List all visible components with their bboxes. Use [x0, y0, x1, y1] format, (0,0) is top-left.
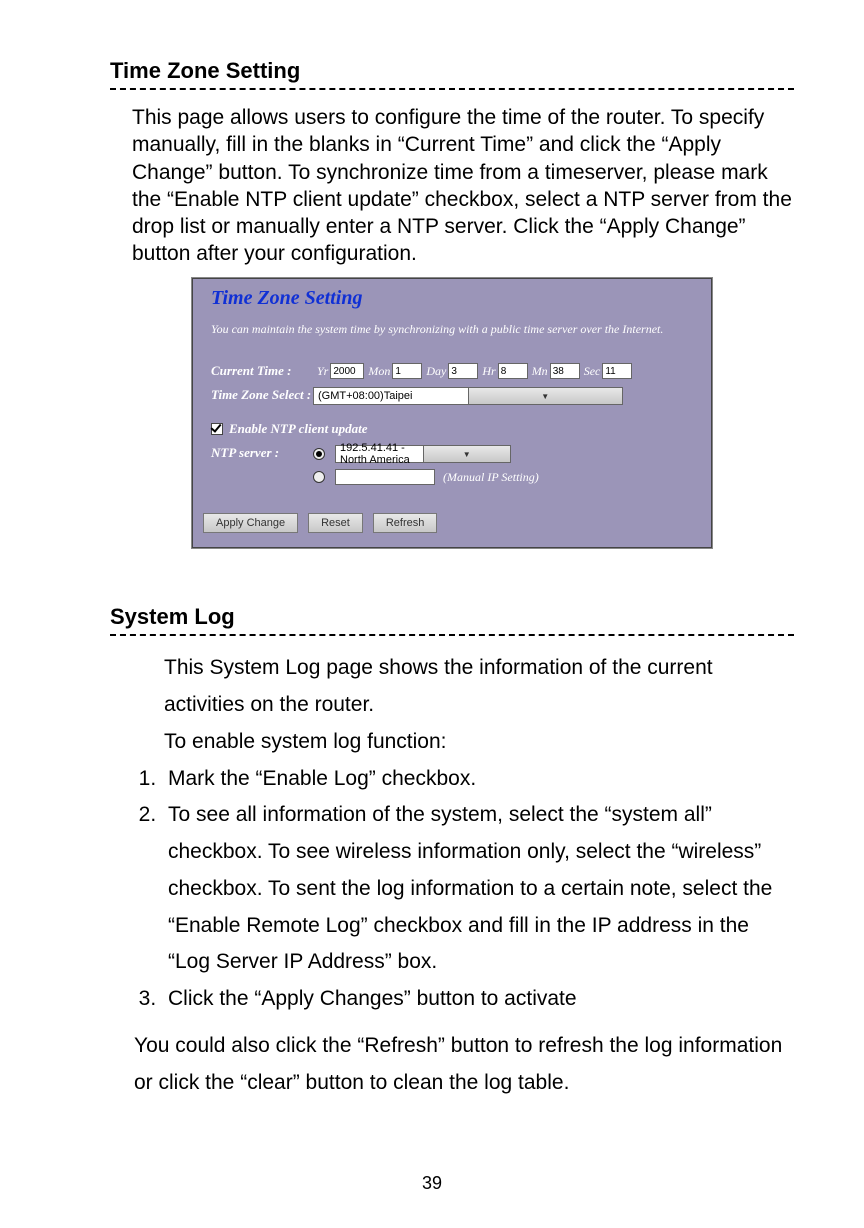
ntp-option-list: 192.5.41.41 - North America ▼	[313, 445, 539, 463]
panel-title: Time Zone Setting	[211, 287, 693, 310]
page-number: 39	[0, 1173, 864, 1194]
ntp-options: 192.5.41.41 - North America ▼ (Manual IP…	[313, 445, 539, 485]
section-system-log: System Log This System Log page shows th…	[110, 604, 794, 1101]
current-time-row: Current Time : Yr Mon Day Hr Mn Sec	[211, 363, 693, 379]
timezone-label: Time Zone Select :	[211, 387, 313, 403]
input-second[interactable]	[602, 363, 632, 379]
timezone-row: Time Zone Select : (GMT+08:00)Taipei ▼	[211, 387, 693, 405]
section-timezone-paragraph: This page allows users to configure the …	[132, 104, 794, 268]
panel-form: Current Time : Yr Mon Day Hr Mn Sec	[193, 349, 711, 507]
current-time-label: Current Time :	[211, 363, 313, 379]
enable-ntp-label: Enable NTP client update	[229, 421, 368, 437]
section-heading-timezone: Time Zone Setting	[110, 58, 794, 90]
ntp-server-row: NTP server : 192.5.41.41 - North America…	[211, 445, 693, 485]
syslog-paragraph-2: To enable system log function:	[164, 724, 794, 761]
label-yr: Yr	[317, 364, 328, 379]
syslog-tail-paragraph: You could also click the “Refresh” butto…	[134, 1028, 794, 1102]
ntp-server-label: NTP server :	[211, 445, 313, 461]
ntp-manual-label: (Manual IP Setting)	[443, 470, 539, 485]
label-sec: Sec	[584, 364, 601, 379]
syslog-step: Click the “Apply Changes” button to acti…	[162, 981, 794, 1018]
label-mn: Mn	[532, 364, 548, 379]
button-row: Apply Change Reset Refresh	[193, 507, 711, 547]
enable-ntp-checkbox[interactable]	[211, 423, 223, 435]
document-page: Time Zone Setting This page allows users…	[0, 0, 864, 1101]
section-heading-syslog: System Log	[110, 604, 794, 636]
panel-header: Time Zone Setting You can maintain the s…	[193, 279, 711, 350]
timezone-selected-value: (GMT+08:00)Taipei	[314, 390, 468, 402]
chevron-down-icon: ▼	[423, 446, 511, 462]
input-month[interactable]	[392, 363, 422, 379]
ntp-option-manual: (Manual IP Setting)	[313, 469, 539, 485]
ntp-server-select[interactable]: 192.5.41.41 - North America ▼	[335, 445, 511, 463]
label-day: Day	[426, 364, 446, 379]
syslog-steps-list: Mark the “Enable Log” checkbox. To see a…	[134, 761, 794, 1018]
refresh-button[interactable]: Refresh	[373, 513, 438, 533]
ntp-manual-input[interactable]	[335, 469, 435, 485]
label-mon: Mon	[368, 364, 390, 379]
syslog-paragraph-1: This System Log page shows the informati…	[164, 650, 794, 724]
ntp-selected-value: 192.5.41.41 - North America	[336, 442, 423, 466]
input-year[interactable]	[330, 363, 364, 379]
enable-ntp-row: Enable NTP client update	[211, 421, 693, 437]
input-minute[interactable]	[550, 363, 580, 379]
input-hour[interactable]	[498, 363, 528, 379]
timezone-select[interactable]: (GMT+08:00)Taipei ▼	[313, 387, 623, 405]
apply-change-button[interactable]: Apply Change	[203, 513, 298, 533]
time-input-group: Yr Mon Day Hr Mn Sec	[313, 363, 632, 379]
label-hr: Hr	[482, 364, 495, 379]
syslog-step: Mark the “Enable Log” checkbox.	[162, 761, 794, 798]
chevron-down-icon: ▼	[468, 388, 623, 404]
ntp-radio-manual[interactable]	[313, 471, 325, 483]
syslog-step: To see all information of the system, se…	[162, 797, 794, 981]
ntp-radio-listed[interactable]	[313, 448, 325, 460]
router-ui-panel: Time Zone Setting You can maintain the s…	[192, 278, 712, 549]
panel-subtitle: You can maintain the system time by sync…	[211, 322, 693, 338]
input-day[interactable]	[448, 363, 478, 379]
reset-button[interactable]: Reset	[308, 513, 363, 533]
